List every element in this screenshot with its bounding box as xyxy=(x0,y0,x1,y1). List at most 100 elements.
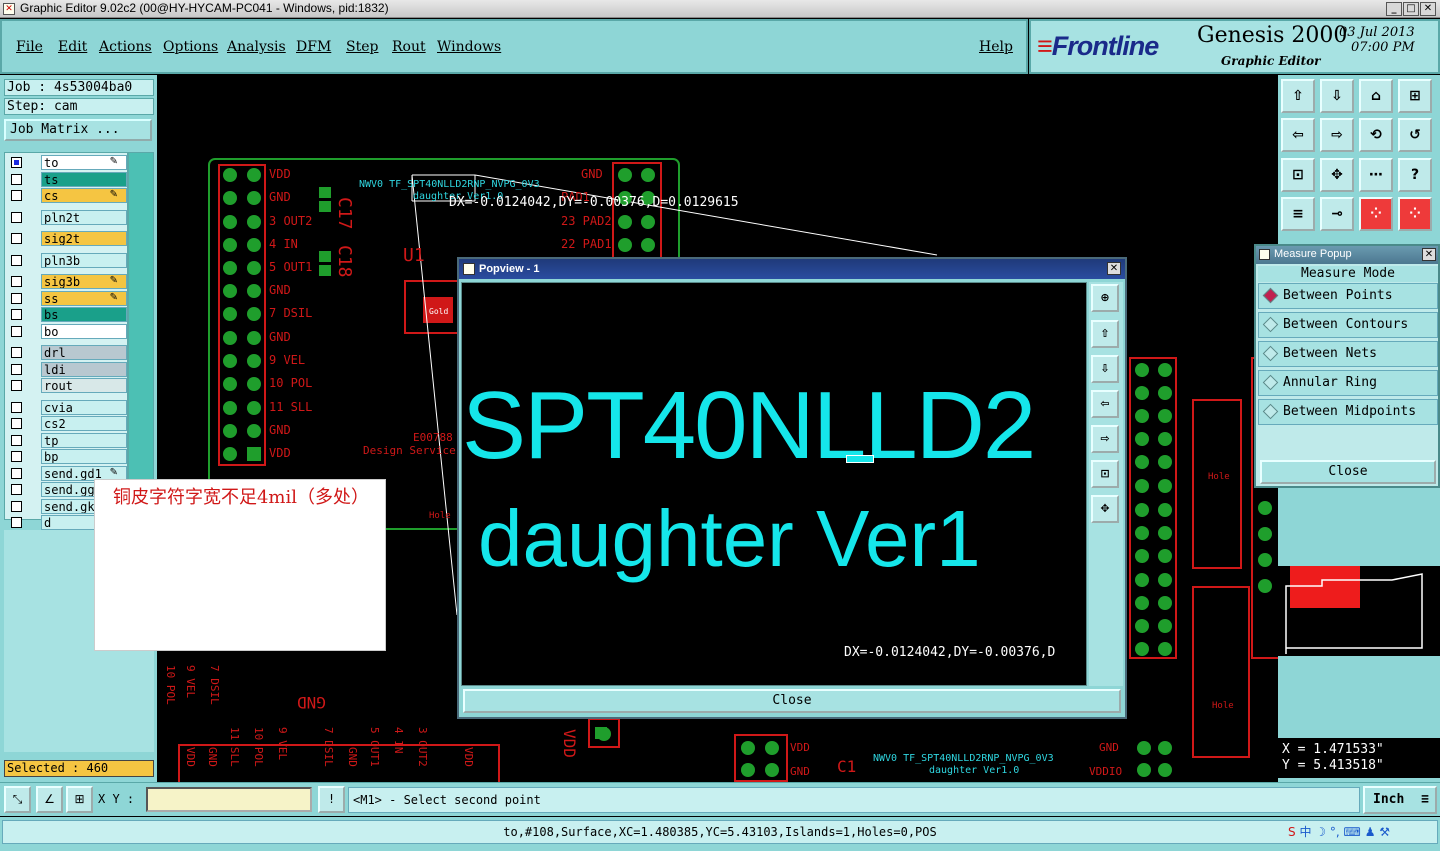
layer-checkbox[interactable] xyxy=(11,434,22,446)
menu-step[interactable]: Step xyxy=(346,39,378,55)
close-button[interactable]: ✕ xyxy=(1420,2,1436,16)
layer-row-to[interactable]: to ✎ xyxy=(7,155,127,170)
fit-icon[interactable]: ⊡ xyxy=(1091,460,1119,488)
xy-input[interactable] xyxy=(146,787,312,812)
window-title-bar[interactable]: ✕ Graphic Editor 9.02c2 (00@HY-HYCAM-PC0… xyxy=(0,0,1440,18)
layer-checkbox[interactable] xyxy=(11,233,22,244)
zoom-down-icon[interactable]: ⇩ xyxy=(1320,79,1354,113)
menu-options[interactable]: Options xyxy=(163,39,218,55)
layer-name[interactable]: rout xyxy=(41,378,127,393)
layer-name[interactable]: sig3b ✎ xyxy=(41,274,127,289)
center-icon[interactable]: ✥ xyxy=(1091,495,1119,523)
layer-checkbox[interactable] xyxy=(11,484,22,495)
component-icon[interactable]: ⁘ xyxy=(1398,197,1432,231)
layer-checkbox[interactable] xyxy=(11,347,22,358)
layer-row-bs[interactable]: bs xyxy=(7,307,127,322)
job-matrix-button[interactable]: Job Matrix ... xyxy=(4,119,152,141)
layer-row-cvia[interactable]: cvia xyxy=(7,399,127,415)
mini-map[interactable] xyxy=(1278,566,1440,656)
layer-name[interactable]: pln3b xyxy=(41,252,127,268)
center-icon[interactable]: ✥ xyxy=(1320,158,1354,192)
popview-canvas[interactable]: SPT40NLLD2 daughter Ver1 DX=-0.0124042,D… xyxy=(461,282,1087,686)
layer-name[interactable]: cvia xyxy=(41,399,127,415)
measure-option-between-midpoints[interactable]: Between Midpoints xyxy=(1258,399,1438,425)
menu-actions[interactable]: Actions xyxy=(99,39,152,55)
pan-right-icon[interactable]: ⇨ xyxy=(1320,118,1354,152)
layer-checkbox[interactable] xyxy=(11,500,22,512)
menu-dfm[interactable]: DFM xyxy=(296,39,331,55)
layer-name[interactable]: drl xyxy=(41,345,127,360)
popview-title-bar[interactable]: Popview - 1 xyxy=(459,259,1125,279)
ime-toolbar[interactable]: S 中 ☽ °, ⌨ ♟ ⚒ xyxy=(1288,823,1390,841)
unit-selector[interactable]: Inch ≡ xyxy=(1363,786,1437,814)
help-icon[interactable]: ? xyxy=(1398,158,1432,192)
net-icon[interactable]: ⁘ xyxy=(1359,197,1393,231)
angle-icon[interactable]: ∠ xyxy=(36,786,63,813)
layer-name[interactable]: bo xyxy=(41,323,127,339)
measure-option-between-points[interactable]: Between Points xyxy=(1258,283,1438,309)
layer-name[interactable]: pln2t xyxy=(41,209,127,225)
pan-down-icon[interactable]: ⇩ xyxy=(1091,355,1119,383)
menu-edit[interactable]: Edit xyxy=(58,39,87,55)
maximize-button[interactable]: □ xyxy=(1403,2,1419,16)
ruler-icon[interactable]: ≡ xyxy=(1281,197,1315,231)
menu-analysis[interactable]: Analysis xyxy=(227,39,286,55)
layer-row-ts[interactable]: ts xyxy=(7,171,127,187)
close-icon[interactable]: ✕ xyxy=(1107,262,1121,275)
measure-option-between-contours[interactable]: Between Contours xyxy=(1258,312,1438,338)
pan-up-icon[interactable]: ⇧ xyxy=(1091,320,1119,348)
menu-file[interactable]: File xyxy=(16,39,43,55)
layer-checkbox[interactable] xyxy=(11,363,22,375)
layer-row-bo[interactable]: bo xyxy=(7,323,127,339)
layer-name[interactable]: tp xyxy=(41,432,127,448)
home-icon[interactable]: ⌂ xyxy=(1359,79,1393,113)
layer-checkbox[interactable] xyxy=(11,254,22,266)
measure-close-button[interactable]: Close xyxy=(1260,460,1436,484)
menu-windows[interactable]: Windows xyxy=(437,39,501,55)
alert-button[interactable]: ! xyxy=(318,786,345,813)
layer-checkbox[interactable] xyxy=(11,418,22,429)
close-icon[interactable]: ✕ xyxy=(1422,248,1436,261)
layer-checkbox[interactable] xyxy=(11,292,22,304)
layer-checkbox[interactable] xyxy=(11,325,22,337)
layer-row-pln2t[interactable]: pln2t xyxy=(7,209,127,225)
select-arrow-icon[interactable]: ⤡ xyxy=(4,786,31,813)
zoom-10-icon[interactable]: ⟲ xyxy=(1359,118,1393,152)
zoom-in-icon[interactable]: ⊕ xyxy=(1091,284,1119,312)
layer-checkbox[interactable] xyxy=(11,467,22,479)
layer-checkbox[interactable] xyxy=(11,276,22,287)
layer-name[interactable]: bp xyxy=(41,449,127,464)
layer-row-ldi[interactable]: ldi xyxy=(7,361,127,377)
menu-help[interactable]: Help xyxy=(979,39,1013,55)
layer-row-sig2t[interactable]: sig2t xyxy=(7,231,127,246)
layer-row-bp[interactable]: bp xyxy=(7,449,127,464)
layer-checkbox[interactable] xyxy=(11,173,22,185)
redraw-icon[interactable]: ↺ xyxy=(1398,118,1432,152)
layer-checkbox[interactable] xyxy=(11,309,22,320)
layer-row-pln3b[interactable]: pln3b xyxy=(7,252,127,268)
layer-name[interactable]: ss ✎ xyxy=(41,290,127,306)
layer-name[interactable]: bs xyxy=(41,307,127,322)
layer-name[interactable]: to ✎ xyxy=(41,155,127,170)
layer-checkbox[interactable] xyxy=(11,451,22,462)
layer-row-drl[interactable]: drl xyxy=(7,345,127,360)
grid-icon[interactable]: ⊞ xyxy=(66,786,93,813)
layer-row-ss[interactable]: ss ✎ xyxy=(7,290,127,306)
minimize-button[interactable]: _ xyxy=(1386,2,1402,16)
layer-row-cs[interactable]: cs ✎ xyxy=(7,188,127,203)
layer-name[interactable]: ldi xyxy=(41,361,127,377)
fit-icon[interactable]: ⊡ xyxy=(1281,158,1315,192)
layer-checkbox[interactable] xyxy=(11,401,22,413)
layer-row-cs2[interactable]: cs2 xyxy=(7,416,127,431)
layer-checkbox[interactable] xyxy=(11,380,22,391)
layer-name[interactable]: sig2t xyxy=(41,231,127,246)
pan-left-icon[interactable]: ⇦ xyxy=(1091,390,1119,418)
layer-name[interactable]: ts xyxy=(41,171,127,187)
pan-left-icon[interactable]: ⇦ xyxy=(1281,118,1315,152)
snap-icon[interactable]: ⊸ xyxy=(1320,197,1354,231)
measure-option-annular-ring[interactable]: Annular Ring xyxy=(1258,370,1438,396)
layer-name[interactable]: cs2 xyxy=(41,416,127,431)
layer-row-rout[interactable]: rout xyxy=(7,378,127,393)
measure-option-between-nets[interactable]: Between Nets xyxy=(1258,341,1438,367)
zoom-up-icon[interactable]: ⇧ xyxy=(1281,79,1315,113)
